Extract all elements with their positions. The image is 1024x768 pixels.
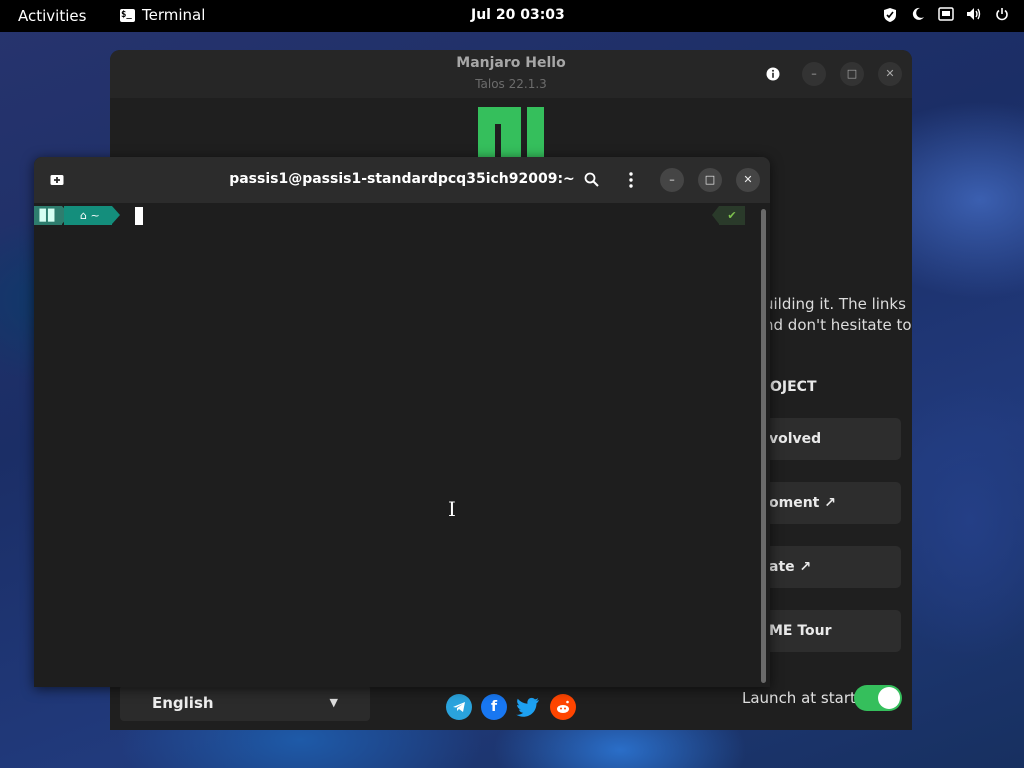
search-icon[interactable]	[579, 168, 603, 192]
night-light-icon[interactable]	[910, 7, 926, 23]
activities-button[interactable]: Activities	[18, 7, 86, 25]
shell-prompt: ▊▊ ⌂ ~	[34, 206, 120, 225]
terminal-minimize-button[interactable]: –	[660, 168, 684, 192]
launch-at-start-label: Launch at start	[742, 689, 856, 707]
text-cursor	[135, 207, 143, 225]
clock[interactable]: Jul 20 03:03	[471, 7, 565, 23]
terminal-window: passis1@passis1-standardpcq35ich92009:~ …	[34, 157, 770, 687]
twitter-icon[interactable]	[515, 694, 541, 720]
terminal-icon: $_	[120, 8, 135, 22]
chevron-down-icon: ▼	[329, 696, 338, 709]
network-icon[interactable]	[938, 7, 954, 23]
facebook-icon[interactable]: f	[481, 694, 507, 720]
telegram-icon[interactable]	[446, 694, 472, 720]
terminal-headerbar: passis1@passis1-standardpcq35ich92009:~ …	[34, 157, 770, 203]
prompt-directory: ⌂ ~	[64, 206, 120, 225]
terminal-maximize-button[interactable]: □	[698, 168, 722, 192]
donate-button[interactable]: ate ↗	[765, 546, 901, 588]
launch-at-start-toggle[interactable]	[854, 685, 902, 711]
hello-title: Manjaro Hello	[456, 55, 566, 71]
menu-icon[interactable]	[619, 168, 643, 192]
top-bar: Activities $_ Terminal Jul 20 03:03	[0, 0, 1024, 32]
gnome-tour-button[interactable]: ME Tour	[765, 610, 901, 652]
language-value: English	[152, 694, 214, 712]
app-name: Terminal	[142, 6, 206, 24]
hello-minimize-button[interactable]: –	[802, 62, 826, 86]
development-button[interactable]: oment ↗	[765, 482, 901, 524]
project-section-heading: OJECT	[770, 379, 817, 395]
volume-icon[interactable]	[966, 7, 982, 23]
manjaro-prompt-icon: ▊▊	[34, 206, 70, 225]
scrollbar[interactable]	[761, 209, 766, 683]
mouse-ibeam-icon: I	[448, 497, 456, 521]
system-tray[interactable]	[882, 7, 1010, 23]
hello-maximize-button[interactable]: □	[840, 62, 864, 86]
shield-icon[interactable]	[882, 7, 898, 23]
welcome-text: uilding it. The links nd don't hesitate …	[764, 295, 912, 334]
get-involved-button[interactable]: volved	[765, 418, 901, 460]
language-select[interactable]: English ▼	[120, 685, 370, 721]
app-menu[interactable]: $_ Terminal	[120, 6, 205, 24]
power-icon[interactable]	[994, 7, 1010, 23]
hello-close-button[interactable]: ✕	[878, 62, 902, 86]
hello-subtitle: Talos 22.1.3	[475, 77, 547, 91]
reddit-icon[interactable]	[550, 694, 576, 720]
info-icon[interactable]	[761, 62, 785, 86]
hello-headerbar: Manjaro Hello Talos 22.1.3 – □ ✕	[110, 50, 912, 98]
terminal-close-button[interactable]: ✕	[736, 168, 760, 192]
status-check-icon: ✔	[712, 206, 745, 225]
hello-footer: English ▼ f Launch at start	[110, 680, 912, 730]
toggle-knob	[878, 687, 900, 709]
